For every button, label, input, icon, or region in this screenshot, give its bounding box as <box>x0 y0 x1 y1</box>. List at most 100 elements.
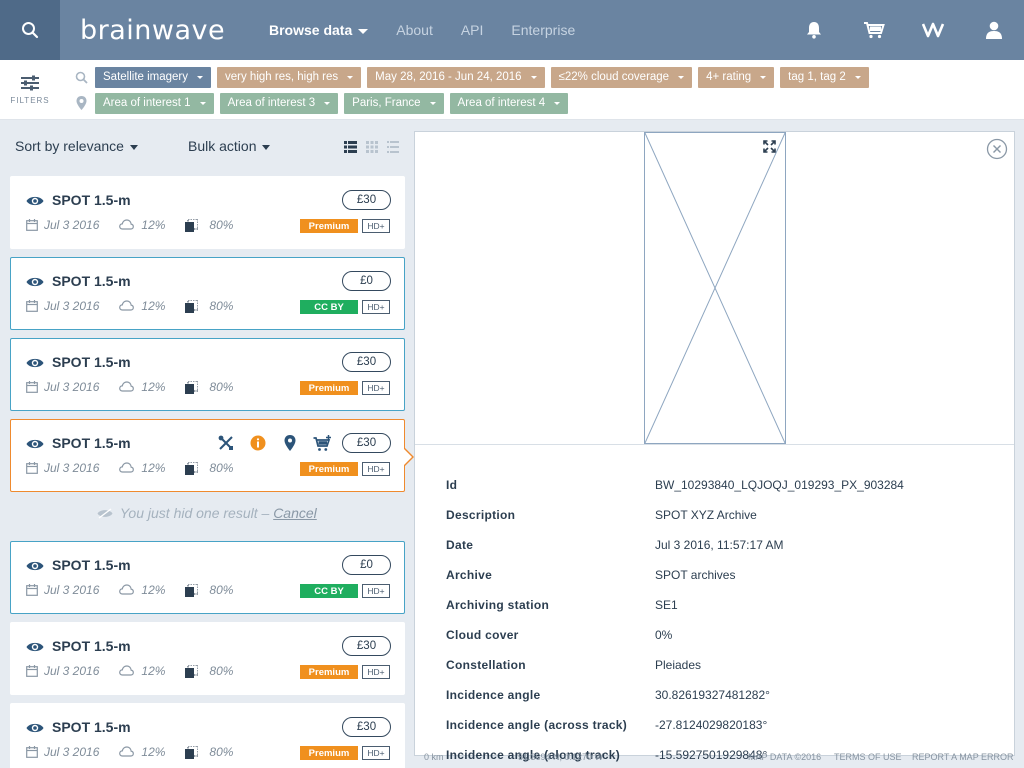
nav-about[interactable]: About <box>396 22 433 38</box>
property-key: Date <box>446 538 474 552</box>
map-coordinates: 51.3694 N, 0.1270 W <box>518 752 604 762</box>
search-button[interactable] <box>0 0 60 60</box>
property-key: Constellation <box>446 658 526 672</box>
filters-label: FILTERS <box>10 96 50 105</box>
cart-button[interactable] <box>844 0 904 60</box>
eye-icon[interactable] <box>26 640 44 652</box>
filter-chip-row1-2[interactable]: May 28, 2016 - Jun 24, 2016 <box>367 66 545 88</box>
report-map-error-link[interactable]: REPORT A MAP ERROR <box>912 752 1014 762</box>
result-meta: Jul 3 2016 12% 80% <box>26 583 233 597</box>
filter-chip-row1-4[interactable]: 4+ rating <box>698 66 775 88</box>
map-scale: 0 km <box>424 752 444 762</box>
price-badge[interactable]: £0 <box>342 271 391 291</box>
grid-view-button[interactable] <box>366 140 380 154</box>
filter-chip-row1-5[interactable]: tag 1, tag 2 <box>780 66 869 88</box>
result-coverage: 80% <box>209 583 234 597</box>
result-title: SPOT 1.5-m <box>52 719 131 735</box>
price-badge[interactable]: £0 <box>342 555 391 575</box>
property-row: Archive SPOT archives <box>446 560 986 590</box>
info-icon[interactable] <box>248 434 268 452</box>
grid-view-icon <box>366 141 378 153</box>
eye-icon[interactable] <box>26 437 44 449</box>
tools-icon[interactable] <box>216 434 236 452</box>
calendar-icon <box>26 219 38 231</box>
sliders-icon <box>21 75 39 91</box>
eye-icon[interactable] <box>26 721 44 733</box>
close-detail-button[interactable] <box>986 138 1008 160</box>
nav-enterprise[interactable]: Enterprise <box>511 22 575 38</box>
filter-chip-label: Paris, France <box>352 97 421 109</box>
calendar-icon <box>26 300 38 312</box>
nav-browse-data[interactable]: Browse data <box>269 22 369 38</box>
list-view-button[interactable] <box>344 140 358 154</box>
result-card[interactable]: SPOT 1.5-m £30 Jul 3 2016 12% 80% Premium HD+ <box>10 622 405 695</box>
price-badge[interactable]: £30 <box>342 352 391 372</box>
sort-bar: Sort by relevance Bulk action <box>0 121 414 173</box>
result-date: Jul 3 2016 <box>44 380 100 394</box>
result-date: Jul 3 2016 <box>44 664 100 678</box>
nav-api[interactable]: API <box>461 22 484 38</box>
user-account-button[interactable] <box>964 0 1024 60</box>
filter-chip-row1-3[interactable]: ≤22% cloud coverage <box>550 66 693 88</box>
map-pin-icon[interactable] <box>280 434 300 452</box>
map-footer: 0 km 51.3694 N, 0.1270 W MAP DATA ©2016 … <box>414 745 1024 768</box>
license-badge: Premium <box>300 746 358 760</box>
price-badge[interactable]: £30 <box>342 636 391 656</box>
result-cloud-cover: 12% <box>141 218 166 232</box>
result-cloud-cover: 12% <box>141 583 166 597</box>
quality-badge: HD+ <box>362 665 390 679</box>
result-card[interactable]: SPOT 1.5-m £30 Jul 3 2016 12% 80% Premium HD+ <box>10 176 405 249</box>
result-card[interactable]: SPOT 1.5-m £30 Jul 3 2016 12% 80% Premium HD+ <box>10 419 414 492</box>
coverage-icon <box>185 380 199 394</box>
filter-chip-label: 4+ rating <box>706 71 752 83</box>
chevron-down-icon <box>678 75 685 79</box>
header-actions <box>784 0 1024 60</box>
coverage-icon <box>185 745 199 759</box>
filter-chip-row2-2[interactable]: Paris, France <box>344 92 444 114</box>
brainwave-profile-button[interactable] <box>904 0 964 60</box>
result-date: Jul 3 2016 <box>44 299 100 313</box>
add-to-cart-icon[interactable] <box>312 434 332 452</box>
result-meta: Jul 3 2016 12% 80% <box>26 299 233 313</box>
map-data-credit: MAP DATA ©2016 <box>748 752 822 762</box>
bulk-action-dropdown[interactable]: Bulk action <box>188 138 271 154</box>
result-cloud-cover: 12% <box>141 299 166 313</box>
eye-icon[interactable] <box>26 275 44 287</box>
notifications-button[interactable] <box>784 0 844 60</box>
eye-icon[interactable] <box>26 356 44 368</box>
result-meta: Jul 3 2016 12% 80% <box>26 218 233 232</box>
price-badge[interactable]: £30 <box>342 190 391 210</box>
result-card[interactable]: SPOT 1.5-m £30 Jul 3 2016 12% 80% Premium HD+ <box>10 338 405 411</box>
filter-chip-label: Satellite imagery <box>103 71 189 83</box>
terms-of-use-link[interactable]: TERMS OF USE <box>834 752 902 762</box>
result-card[interactable]: SPOT 1.5-m £0 Jul 3 2016 12% 80% CC BY HD+ <box>10 257 405 330</box>
preview-divider <box>415 444 1014 445</box>
license-badge: Premium <box>300 219 358 233</box>
price-badge[interactable]: £30 <box>342 433 391 453</box>
compact-list-view-button[interactable] <box>387 140 401 154</box>
result-card[interactable]: SPOT 1.5-m £0 Jul 3 2016 12% 80% CC BY HD+ <box>10 541 405 614</box>
filter-chip-label: Area of interest 3 <box>227 97 316 109</box>
brand-logo[interactable]: brainwave <box>80 10 225 50</box>
eye-icon[interactable] <box>26 559 44 571</box>
cancel-hide-link[interactable]: Cancel <box>273 505 317 521</box>
properties-table: Id BW_10293840_LQJOQJ_019293_PX_903284 Des… <box>446 470 986 768</box>
filter-chip-row1-1[interactable]: very high res, high res <box>217 66 362 88</box>
result-cloud-cover: 12% <box>141 664 166 678</box>
result-coverage: 80% <box>209 299 234 313</box>
filter-chip-row2-1[interactable]: Area of interest 3 <box>219 92 339 114</box>
property-value: Jul 3 2016, 11:57:17 AM <box>655 538 784 552</box>
filter-chip-row1-0[interactable]: Satellite imagery <box>95 66 212 88</box>
sort-dropdown[interactable]: Sort by relevance <box>15 138 138 154</box>
result-card[interactable]: SPOT 1.5-m £30 Jul 3 2016 12% 80% Premium HD+ <box>10 703 405 768</box>
price-badge[interactable]: £30 <box>342 717 391 737</box>
eye-icon[interactable] <box>26 194 44 206</box>
coverage-icon <box>185 218 199 232</box>
filter-chip-row2-0[interactable]: Area of interest 1 <box>95 92 214 114</box>
property-row: Constellation Pleiades <box>446 650 986 680</box>
filters-toggle-button[interactable]: FILTERS <box>0 60 60 120</box>
user-icon <box>986 21 1002 39</box>
expand-preview-button[interactable] <box>763 140 777 154</box>
property-value: SPOT archives <box>655 568 736 582</box>
filter-chip-row2-3[interactable]: Area of interest 4 <box>449 92 569 114</box>
